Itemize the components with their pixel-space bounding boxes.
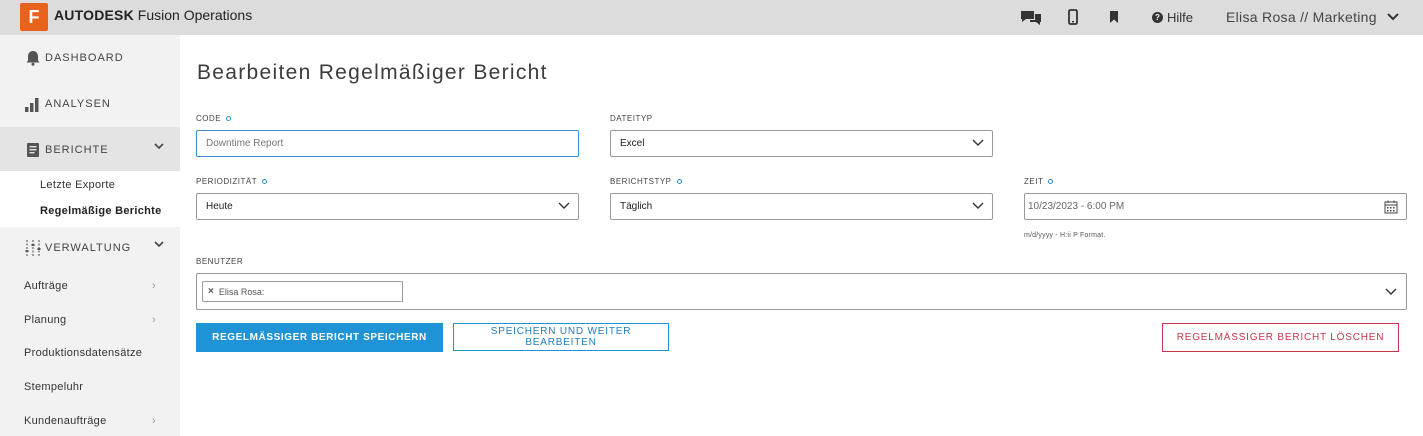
required-icon <box>676 179 682 184</box>
periodizitaet-value: Heute <box>206 201 233 212</box>
delete-button[interactable]: REGELMÄSSIGER BERICHT LÖSCHEN <box>1162 323 1399 352</box>
user-menu[interactable]: Elisa Rosa // Marketing <box>1226 9 1399 25</box>
required-icon <box>226 116 232 121</box>
save-button[interactable]: REGELMÄSSIGER BERICHT SPEICHERN <box>196 323 443 352</box>
periodizitaet-label-text: PERIODIZITÄT <box>196 177 258 186</box>
bookmark-icon[interactable] <box>1103 7 1125 27</box>
benutzer-label: BENUTZER <box>196 257 243 266</box>
benutzer-tag-label: Elisa Rosa: <box>218 286 265 297</box>
chevron-right-icon: › <box>152 415 156 427</box>
help-icon: ? <box>1152 12 1163 23</box>
brand-autodesk: AUTODESK <box>54 7 134 23</box>
sidebar-nav-auftraege[interactable]: Aufträge <box>24 280 68 292</box>
berichtstyp-label-text: BERICHTSTYP <box>610 177 672 186</box>
benutzer-tag: × Elisa Rosa: <box>202 281 402 302</box>
sidebar-nav-stempeluhr[interactable]: Stempeluhr <box>24 381 83 393</box>
benutzer-label-text: BENUTZER <box>196 257 244 266</box>
chevron-down-icon <box>1387 13 1399 21</box>
chevron-down-icon <box>972 202 984 209</box>
chevron-down-icon <box>154 241 164 248</box>
sidebar-label-verwaltung: VERWALTUNG <box>45 242 132 254</box>
report-icon <box>23 140 43 160</box>
code-label-text: CODE <box>196 114 222 123</box>
calendar-icon[interactable] <box>1384 200 1398 214</box>
berichtstyp-select[interactable]: Täglich <box>610 193 993 220</box>
periodizitaet-label: PERIODIZITÄT <box>196 177 268 186</box>
dateityp-label: DATEITYP <box>610 114 653 123</box>
code-label: CODE <box>196 114 232 123</box>
required-icon <box>262 179 268 184</box>
sliders-icon <box>23 238 43 258</box>
chevron-right-icon: › <box>152 314 156 326</box>
zeit-input[interactable]: 10/23/2023 - 6:00 PM <box>1024 193 1407 220</box>
zeit-format-hint: m/d/yyyy - H:ii P Format. <box>1024 232 1106 239</box>
fusion-logo[interactable]: F <box>20 3 48 31</box>
chat-icon[interactable] <box>1020 7 1042 27</box>
sidebar: DASHBOARD ANALYSEN BERICHTE Letzte Expor… <box>0 35 180 436</box>
chevron-down-icon <box>154 143 164 150</box>
help-label: Hilfe <box>1167 10 1194 25</box>
sidebar-subitem-letzte-exporte[interactable]: Letzte Exporte <box>40 179 115 191</box>
dateityp-value: Excel <box>620 138 645 149</box>
sidebar-nav-planung[interactable]: Planung <box>24 314 66 326</box>
remove-tag-icon[interactable]: × <box>208 286 214 297</box>
zeit-label: ZEIT <box>1024 177 1054 186</box>
tag-divider <box>402 281 403 302</box>
code-input[interactable]: Downtime Report <box>196 130 579 157</box>
dateityp-select[interactable]: Excel <box>610 130 993 157</box>
berichtstyp-value: Täglich <box>620 201 653 212</box>
sidebar-label-analysen: ANALYSEN <box>45 98 111 110</box>
dateityp-label-text: DATEITYP <box>610 114 653 123</box>
chevron-down-icon <box>558 202 570 209</box>
sidebar-item-berichte[interactable]: BERICHTE <box>0 127 180 173</box>
top-bar: F AUTODESK Fusion Operations ? Hilfe Eli… <box>0 0 1423 35</box>
periodizitaet-select[interactable]: Heute <box>196 193 579 220</box>
zeit-value: 10/23/2023 - 6:00 PM <box>1028 201 1125 212</box>
berichtstyp-label: BERICHTSTYP <box>610 177 682 186</box>
required-icon <box>1048 179 1054 184</box>
bell-icon <box>23 48 43 68</box>
sidebar-item-analysen[interactable]: ANALYSEN <box>0 81 180 127</box>
user-label: Elisa Rosa // Marketing <box>1226 9 1377 25</box>
sidebar-subitem-regelmaessige-berichte[interactable]: Regelmäßige Berichte <box>40 205 162 217</box>
chevron-right-icon: › <box>152 280 156 292</box>
sidebar-item-dashboard[interactable]: DASHBOARD <box>0 35 180 81</box>
sidebar-nav-kundenauftraege[interactable]: Kundenaufträge <box>24 415 107 427</box>
chevron-down-icon <box>972 139 984 146</box>
save-and-continue-button[interactable]: SPEICHERN UND WEITER BEARBEITEN <box>453 323 669 351</box>
sidebar-item-verwaltung[interactable]: VERWALTUNG <box>0 225 180 271</box>
page-title: Bearbeiten Regelmäßiger Bericht <box>197 61 548 84</box>
help-link[interactable]: ? Hilfe <box>1152 10 1193 25</box>
zeit-label-text: ZEIT <box>1024 177 1044 186</box>
brand-product: Fusion Operations <box>137 7 253 23</box>
brand-name: AUTODESK Fusion Operations <box>54 7 252 23</box>
sidebar-nav-produktionsdatensaetze[interactable]: Produktionsdatensätze <box>24 347 142 359</box>
chevron-down-icon <box>1385 288 1397 295</box>
mobile-icon[interactable] <box>1062 7 1084 27</box>
benutzer-multiselect[interactable]: × Elisa Rosa: <box>196 273 1407 310</box>
sidebar-label-dashboard: DASHBOARD <box>45 52 124 64</box>
bar-chart-icon <box>23 94 43 114</box>
sidebar-label-berichte: BERICHTE <box>45 144 109 156</box>
